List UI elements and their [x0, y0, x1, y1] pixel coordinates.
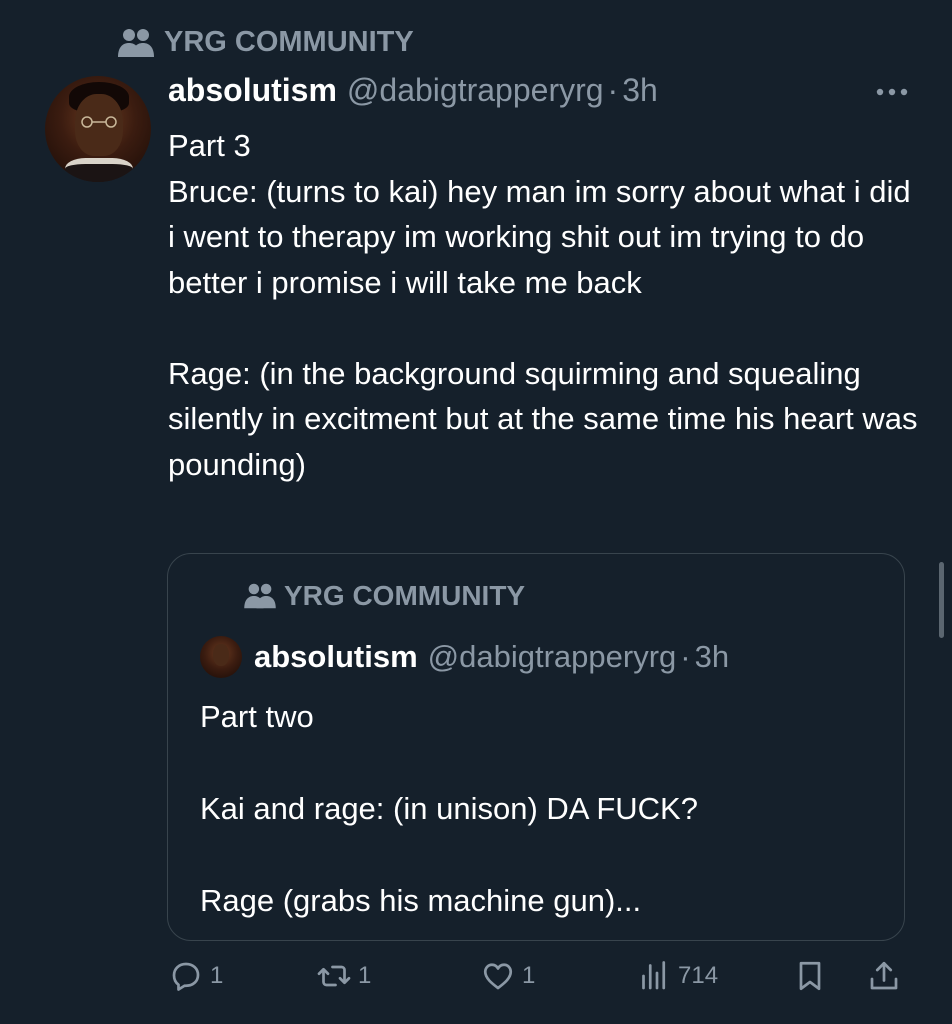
repost-button[interactable]: 1: [316, 958, 371, 994]
like-button[interactable]: 1: [480, 958, 535, 994]
repost-icon: [317, 965, 351, 987]
like-count: 1: [522, 962, 536, 989]
quote-header: absolutism @dabigtrapperyrg · 3h: [200, 636, 729, 678]
reply-icon: [172, 962, 200, 991]
community-label[interactable]: YRG COMMUNITY: [118, 26, 414, 59]
quote-text: Part two Kai and rage: (in unison) DA FU…: [200, 699, 698, 918]
tweet-page: YRG COMMUNITY absolutism @dabigtrapperyr…: [0, 0, 952, 1024]
quote-avatar: [200, 636, 242, 678]
user-handle[interactable]: @dabigtrapperyrg: [347, 72, 604, 109]
share-icon: [870, 961, 898, 990]
separator-dot: ·: [607, 72, 619, 108]
views-count: 714: [678, 962, 719, 989]
quote-community-label[interactable]: YRG COMMUNITY: [244, 580, 525, 612]
share-button[interactable]: [866, 958, 902, 994]
scrollbar[interactable]: [939, 562, 944, 638]
tweet-header: absolutism @dabigtrapperyrg · 3h: [168, 72, 912, 109]
quote-separator-dot: ·: [680, 639, 691, 674]
quote-user-handle: @dabigtrapperyrg: [427, 639, 677, 674]
community-icon: [118, 28, 154, 57]
heart-icon: [483, 963, 513, 990]
bookmark-icon: [799, 961, 821, 991]
views-icon: [642, 961, 666, 990]
reply-button[interactable]: 1: [168, 958, 223, 994]
reply-count: 1: [210, 962, 224, 989]
action-bar: 1 1 1 714: [168, 958, 908, 1008]
community-name: YRG COMMUNITY: [164, 26, 414, 58]
more-options-button[interactable]: [872, 74, 912, 110]
bookmark-button[interactable]: [792, 958, 828, 994]
timestamp[interactable]: 3h: [622, 72, 658, 109]
quote-display-name: absolutism: [254, 639, 418, 674]
quote-timestamp: 3h: [694, 639, 730, 674]
more-icon: [876, 88, 908, 96]
avatar[interactable]: [45, 76, 151, 182]
display-name[interactable]: absolutism: [168, 72, 337, 109]
community-icon: [244, 583, 276, 609]
tweet-text: Part 3 Bruce: (turns to kai) hey man im …: [168, 128, 918, 482]
quote-community-name: YRG COMMUNITY: [284, 580, 526, 611]
quoted-tweet[interactable]: YRG COMMUNITY absolutism @dabigtrapperyr…: [167, 553, 905, 941]
views-button[interactable]: 714: [636, 958, 718, 994]
repost-count: 1: [358, 962, 372, 989]
